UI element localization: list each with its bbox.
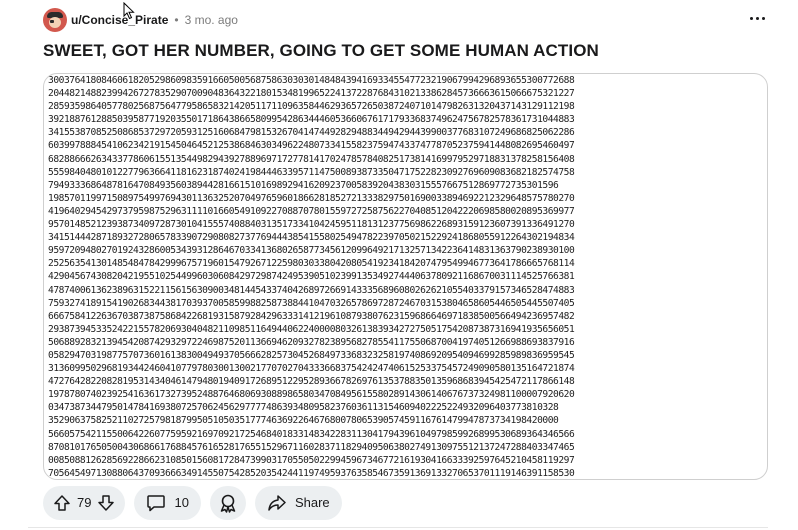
vote-score: 79 — [77, 495, 92, 510]
post-image[interactable]: 3003764180846061820529860983591660500568… — [43, 73, 768, 480]
arrow-up-icon[interactable] — [53, 494, 71, 512]
separator-dot: • — [174, 13, 179, 27]
divider — [28, 527, 768, 528]
author-link[interactable]: u/Concise_Pirate — [71, 13, 168, 27]
comment-bubble-icon — [146, 494, 166, 512]
avatar[interactable] — [43, 8, 67, 32]
post-age: 3 mo. ago — [184, 13, 238, 27]
award-button[interactable] — [209, 485, 246, 520]
post-header: u/Concise_Pirate • 3 mo. ago — [43, 7, 238, 33]
more-options-icon[interactable] — [748, 11, 766, 25]
vote-pill: 79 — [43, 485, 126, 520]
share-button[interactable]: Share — [254, 485, 342, 520]
share-label: Share — [294, 495, 330, 510]
share-arrow-icon — [267, 494, 287, 512]
post-title[interactable]: SWEET, GOT HER NUMBER, GOING TO GET SOME… — [43, 41, 599, 61]
comments-button[interactable]: 10 — [134, 485, 201, 520]
digit-text-image: 3003764180846061820529860983591660500568… — [48, 75, 575, 479]
comment-count: 10 — [174, 495, 189, 510]
action-bar: 79 10 Share — [43, 485, 351, 520]
award-icon — [218, 493, 238, 513]
arrow-down-icon[interactable] — [97, 494, 115, 512]
